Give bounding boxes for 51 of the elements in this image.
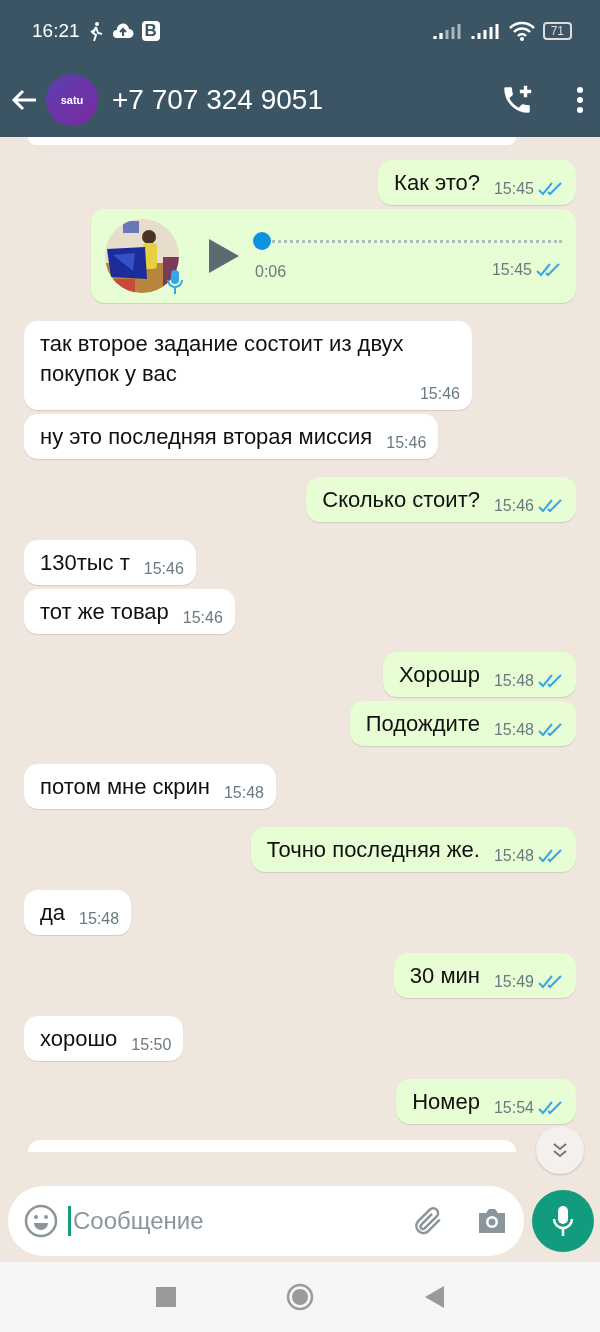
message-time: 15:50: [131, 1036, 172, 1054]
message-text: Точно последняя же.: [266, 836, 480, 864]
message-text: хорошо: [40, 1025, 118, 1053]
scroll-down-button[interactable]: [536, 1126, 584, 1174]
contact-avatar[interactable]: satu: [46, 73, 98, 126]
status-time: 16:21: [32, 20, 80, 42]
emoji-icon[interactable]: [24, 1204, 58, 1238]
signal-icon: [432, 22, 463, 40]
message-text: 130тыс т: [40, 549, 130, 577]
back-button[interactable]: [424, 1286, 444, 1308]
message-text: Подождите: [365, 710, 480, 738]
message-text: так второе задание состоит из двух покупок у вас: [40, 330, 405, 388]
contact-name[interactable]: +7 707 324 9051: [112, 83, 492, 116]
message-text: да: [40, 899, 66, 927]
message-time: 15:48: [493, 672, 534, 690]
message-time: 15:49: [493, 973, 534, 991]
message-time: 15:48: [493, 721, 534, 739]
message-time: 15:54: [493, 1099, 534, 1117]
battery-indicator: 71: [542, 22, 572, 40]
signal-icon: [470, 22, 501, 40]
back-arrow-icon[interactable]: [10, 87, 38, 112]
message-text: тот же товар: [40, 598, 169, 626]
message-time: 15:45: [493, 180, 534, 198]
message-text: Сколько стоит?: [322, 486, 480, 514]
message-time: 15:48: [79, 910, 120, 928]
message-text: ну это последняя вторая миссия: [40, 423, 373, 451]
message-time: 15:46: [143, 560, 184, 578]
message-time: 15:46: [493, 497, 534, 515]
message-time: 15:46: [386, 434, 427, 452]
message-text: Номер: [412, 1088, 480, 1116]
playback-thumb[interactable]: [253, 232, 271, 250]
message-text: Хорошр: [398, 661, 480, 689]
cloud-upload-icon: [111, 23, 134, 39]
notification-badge: B: [141, 21, 160, 41]
message-field[interactable]: Сообщение: [8, 1186, 524, 1256]
message-text: 30 мин: [409, 962, 480, 990]
microphone-icon: [167, 269, 183, 295]
camera-icon[interactable]: [476, 1207, 508, 1235]
message-time: 15:45: [491, 261, 532, 279]
microphone-icon: [552, 1205, 574, 1237]
message-time: 15:48: [493, 847, 534, 865]
wifi-icon: [508, 21, 535, 41]
voice-duration: 0:06: [255, 263, 287, 281]
message-time: 15:46: [182, 609, 223, 627]
home-button[interactable]: [286, 1283, 314, 1311]
message-time: 15:48: [223, 784, 264, 802]
message-text: Как это?: [394, 169, 480, 197]
message-time: 15:46: [419, 385, 460, 403]
more-options-icon[interactable]: [576, 85, 584, 114]
message-text: потом мне скрин: [40, 773, 210, 801]
play-icon[interactable]: [207, 237, 241, 275]
